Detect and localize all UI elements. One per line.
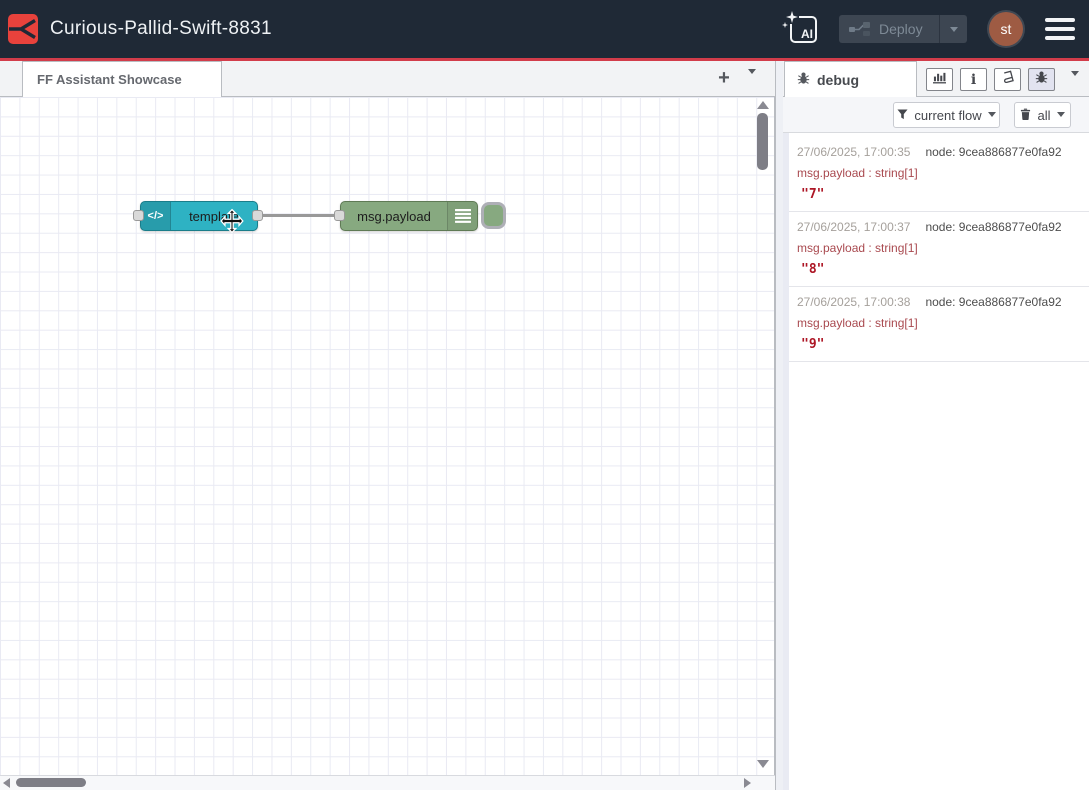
- chevron-down-icon: [988, 112, 996, 121]
- debug-source-node: node: 9cea886877e0fa92: [925, 145, 1061, 159]
- debug-message[interactable]: 27/06/2025, 17:00:37 node: 9cea886877e0f…: [789, 212, 1089, 287]
- scroll-up-arrow[interactable]: [757, 101, 769, 109]
- book-icon: [1001, 70, 1015, 89]
- tab-info-button[interactable]: i: [960, 68, 987, 91]
- scroll-right-arrow[interactable]: [744, 778, 751, 788]
- move-cursor-icon: [219, 208, 245, 234]
- chevron-down-icon: [1071, 71, 1079, 97]
- debug-value: "8": [797, 262, 1079, 277]
- tab-debug[interactable]: debug: [784, 61, 917, 97]
- flowfuse-logo-icon: [8, 14, 38, 44]
- wire-template-to-debug[interactable]: [258, 214, 340, 217]
- node-template-output-port[interactable]: [252, 210, 263, 221]
- debug-source-node: node: 9cea886877e0fa92: [925, 295, 1061, 309]
- sidebar-tabs-menu-button[interactable]: [1071, 76, 1079, 94]
- debug-property: msg.payload : string[1]: [797, 316, 1079, 330]
- debug-source-node: node: 9cea886877e0fa92: [925, 220, 1061, 234]
- debug-value: "7": [797, 187, 1079, 202]
- horizontal-scrollbar-track[interactable]: [0, 775, 775, 790]
- debug-clear-button[interactable]: all: [1014, 102, 1071, 128]
- chevron-down-icon: [1057, 112, 1065, 121]
- bug-icon: [797, 71, 810, 88]
- debug-timestamp: 27/06/2025, 17:00:35: [797, 145, 910, 159]
- flow-canvas[interactable]: </> template msg.payload: [0, 97, 775, 775]
- node-debug[interactable]: msg.payload: [340, 201, 478, 231]
- debug-toolbar: current flow all: [783, 97, 1089, 133]
- node-template-input-port[interactable]: [133, 210, 144, 221]
- sparkle-small-icon: [782, 22, 788, 28]
- debug-message[interactable]: 27/06/2025, 17:00:38 node: 9cea886877e0f…: [789, 287, 1089, 362]
- debug-toggle-button[interactable]: [481, 202, 506, 229]
- chart-icon: [932, 71, 947, 89]
- debug-filter-button[interactable]: current flow: [893, 102, 1000, 128]
- tab-debug-label: debug: [817, 72, 859, 88]
- horizontal-scrollbar-thumb[interactable]: [16, 778, 86, 787]
- chevron-down-icon: [748, 69, 756, 95]
- tab-label: FF Assistant Showcase: [37, 72, 182, 87]
- tab-debug-icon-button[interactable]: [1028, 68, 1055, 91]
- deploy-nodes-icon: [849, 21, 871, 37]
- code-icon: </>: [141, 202, 171, 230]
- funnel-icon: [897, 108, 908, 123]
- debug-message[interactable]: 27/06/2025, 17:00:35 node: 9cea886877e0f…: [789, 137, 1089, 212]
- add-flow-button[interactable]: +: [710, 64, 738, 92]
- tab-ff-assistant-showcase[interactable]: FF Assistant Showcase: [22, 61, 222, 97]
- deploy-options-button[interactable]: [939, 15, 967, 43]
- clear-label: all: [1037, 108, 1050, 123]
- flow-list-button[interactable]: [748, 74, 756, 92]
- debug-message-list: 27/06/2025, 17:00:35 node: 9cea886877e0f…: [783, 133, 1089, 790]
- chevron-down-icon: [950, 27, 958, 36]
- tab-dashboard-button[interactable]: [926, 68, 953, 91]
- debug-value: "9": [797, 337, 1079, 352]
- filter-label: current flow: [914, 108, 981, 123]
- deploy-label: Deploy: [879, 21, 939, 37]
- sidebar: debug i: [783, 61, 1089, 790]
- debug-property: msg.payload : string[1]: [797, 166, 1079, 180]
- trash-icon: [1020, 108, 1031, 123]
- debug-property: msg.payload : string[1]: [797, 241, 1079, 255]
- sidebar-splitter[interactable]: [775, 61, 783, 790]
- page-title: Curious-Pallid-Swift-8831: [50, 18, 272, 40]
- ai-assistant-button[interactable]: AI: [790, 16, 817, 43]
- ai-label: AI: [801, 27, 813, 41]
- avatar-initials: st: [1001, 21, 1012, 37]
- node-debug-label: msg.payload: [341, 202, 447, 230]
- scroll-left-arrow[interactable]: [3, 778, 10, 788]
- bug-icon: [1035, 70, 1048, 89]
- deploy-button[interactable]: Deploy: [839, 15, 967, 43]
- user-avatar[interactable]: st: [989, 12, 1023, 46]
- app-header: Curious-Pallid-Swift-8831 AI Deploy: [0, 0, 1089, 58]
- vertical-scrollbar-thumb[interactable]: [757, 113, 768, 170]
- justify-lines-icon: [447, 202, 477, 230]
- tab-help-button[interactable]: [994, 68, 1021, 91]
- debug-timestamp: 27/06/2025, 17:00:37: [797, 220, 910, 234]
- node-debug-input-port[interactable]: [334, 210, 345, 221]
- scroll-down-arrow[interactable]: [757, 760, 769, 768]
- info-icon: i: [971, 72, 976, 88]
- hamburger-icon: [1045, 18, 1075, 22]
- debug-timestamp: 27/06/2025, 17:00:38: [797, 295, 910, 309]
- main-menu-button[interactable]: [1045, 18, 1075, 40]
